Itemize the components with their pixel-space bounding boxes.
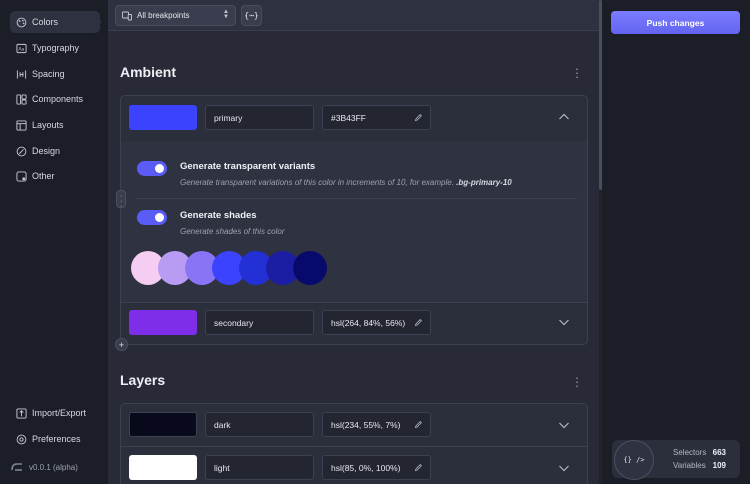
sidebar: Colors Aa Typography Spacing Components …	[0, 0, 108, 484]
sidebar-item-design[interactable]: Design	[10, 140, 100, 162]
right-panel: Push changes Selectors 663 Variables 109…	[602, 0, 750, 484]
sidebar-item-label: Layouts	[32, 120, 64, 130]
color-name-field[interactable]: dark	[205, 412, 314, 437]
section-title-ambient: Ambient	[120, 64, 176, 80]
pencil-icon[interactable]	[414, 113, 423, 122]
color-value-text: hsl(264, 84%, 56%)	[331, 317, 406, 328]
app-version: v0.0.1 (alpha)	[10, 459, 78, 475]
spacing-icon	[16, 69, 27, 80]
option-title: Generate shades	[180, 210, 257, 221]
option-title: Generate transparent variants	[180, 161, 316, 172]
toggle-knob	[155, 213, 164, 222]
logo-icon	[10, 462, 24, 472]
color-swatch[interactable]	[129, 412, 197, 437]
layouts-icon	[16, 119, 27, 131]
sidebar-item-label: Design	[32, 146, 61, 156]
kebab-menu-icon[interactable]: · · ·	[573, 62, 581, 83]
stat-label: Variables	[673, 461, 706, 470]
chevron-up-icon[interactable]	[558, 112, 570, 122]
version-label: v0.0.1 (alpha)	[29, 462, 78, 472]
pencil-icon[interactable]	[414, 318, 423, 327]
active-caret	[96, 16, 102, 28]
stat-value: 109	[712, 461, 726, 470]
breakpoint-select-value: All breakpoints	[137, 11, 190, 20]
sidebar-item-typography[interactable]: Aa Typography	[10, 37, 100, 59]
color-row-light: light hsl(85, 0%, 100%)	[121, 447, 587, 484]
sidebar-item-spacing[interactable]: Spacing	[10, 63, 100, 85]
variables-button[interactable]: {⋯}	[241, 5, 262, 26]
sidebar-item-layouts[interactable]: Layouts	[10, 114, 100, 136]
color-value-text: hsl(85, 0%, 100%)	[331, 462, 401, 473]
color-value-text: hsl(234, 55%, 7%)	[331, 419, 401, 430]
design-icon	[16, 146, 27, 157]
chevron-down-icon[interactable]	[558, 420, 570, 430]
components-icon	[16, 93, 27, 105]
palette-icon	[16, 17, 27, 28]
color-swatch[interactable]	[129, 105, 197, 130]
sidebar-item-label: Colors	[32, 17, 59, 27]
color-options-panel: Generate transparent variants Generate t…	[121, 141, 587, 302]
sidebar-item-components[interactable]: Components	[10, 88, 100, 110]
updown-arrows-icon: ▲ ▼	[223, 9, 229, 20]
toolbar: All breakpoints ▲ ▼ {⋯}	[108, 0, 599, 31]
import-export-icon	[16, 407, 27, 419]
stat-value: 663	[712, 448, 726, 457]
color-swatch[interactable]	[129, 310, 197, 335]
color-row-dark: dark hsl(234, 55%, 7%)	[121, 404, 587, 446]
breakpoint-select[interactable]: All breakpoints ▲ ▼	[115, 5, 236, 26]
sidebar-item-preferences[interactable]: Preferences	[10, 428, 100, 450]
color-value-field[interactable]: hsl(234, 55%, 7%)	[322, 412, 431, 437]
color-row-primary: primary #3B43FF	[121, 96, 587, 138]
sidebar-item-label: Preferences	[32, 434, 81, 444]
main-panel: All breakpoints ▲ ▼ {⋯} Ambient · · · prima…	[108, 0, 599, 484]
sidebar-item-colors[interactable]: Colors	[10, 11, 100, 33]
divider	[137, 198, 577, 199]
color-value-text: #3B43FF	[331, 112, 366, 123]
stat-label: Selectors	[673, 448, 707, 457]
chevron-down-icon[interactable]	[558, 317, 570, 327]
section-title-layers: Layers	[120, 372, 166, 388]
pencil-icon[interactable]	[414, 463, 423, 472]
kebab-menu-icon[interactable]: · · ·	[573, 371, 581, 392]
layers-card: dark hsl(234, 55%, 7%) light hsl(85, 0%,…	[120, 403, 588, 484]
transparent-variants-toggle[interactable]	[137, 161, 167, 176]
option-example-code: .bg-primary-10	[456, 178, 512, 187]
shade-swatch-7[interactable]	[293, 251, 327, 285]
color-name-field[interactable]: secondary	[205, 310, 314, 335]
option-description: Generate transparent variations of this …	[180, 178, 512, 187]
devices-icon	[122, 11, 132, 21]
preferences-icon	[16, 434, 27, 445]
push-changes-button[interactable]: Push changes	[611, 11, 740, 34]
pencil-icon[interactable]	[414, 420, 423, 429]
color-value-field[interactable]: hsl(264, 84%, 56%)	[322, 310, 431, 335]
toggle-knob	[155, 164, 164, 173]
code-icon[interactable]: {} />	[614, 440, 654, 480]
sidebar-item-label: Spacing	[32, 69, 65, 79]
sidebar-item-other[interactable]: Other	[10, 165, 100, 187]
ambient-card: primary #3B43FF Generate transparent var…	[120, 95, 588, 345]
other-icon	[16, 170, 27, 182]
svg-text:Aa: Aa	[18, 46, 24, 52]
color-name-field[interactable]: light	[205, 455, 314, 480]
color-value-field[interactable]: #3B43FF	[322, 105, 431, 130]
option-description-text: Generate transparent variations of this …	[180, 178, 454, 187]
generate-shades-toggle[interactable]	[137, 210, 167, 225]
drag-handle-icon[interactable]: · · ·	[116, 190, 126, 210]
typography-icon: Aa	[16, 43, 27, 54]
sidebar-item-label: Typography	[32, 43, 80, 53]
sidebar-item-label: Import/Export	[32, 408, 87, 418]
sidebar-item-label: Components	[32, 94, 84, 104]
option-description: Generate shades of this color	[180, 227, 285, 236]
add-color-button[interactable]: +	[115, 338, 128, 351]
color-value-field[interactable]: hsl(85, 0%, 100%)	[322, 455, 431, 480]
sidebar-item-label: Other	[32, 171, 55, 181]
color-row-secondary: secondary hsl(264, 84%, 56%)	[121, 303, 587, 345]
color-swatch[interactable]	[129, 455, 197, 480]
chevron-down-icon[interactable]	[558, 463, 570, 473]
color-name-field[interactable]: primary	[205, 105, 314, 130]
sidebar-item-import-export[interactable]: Import/Export	[10, 402, 100, 424]
